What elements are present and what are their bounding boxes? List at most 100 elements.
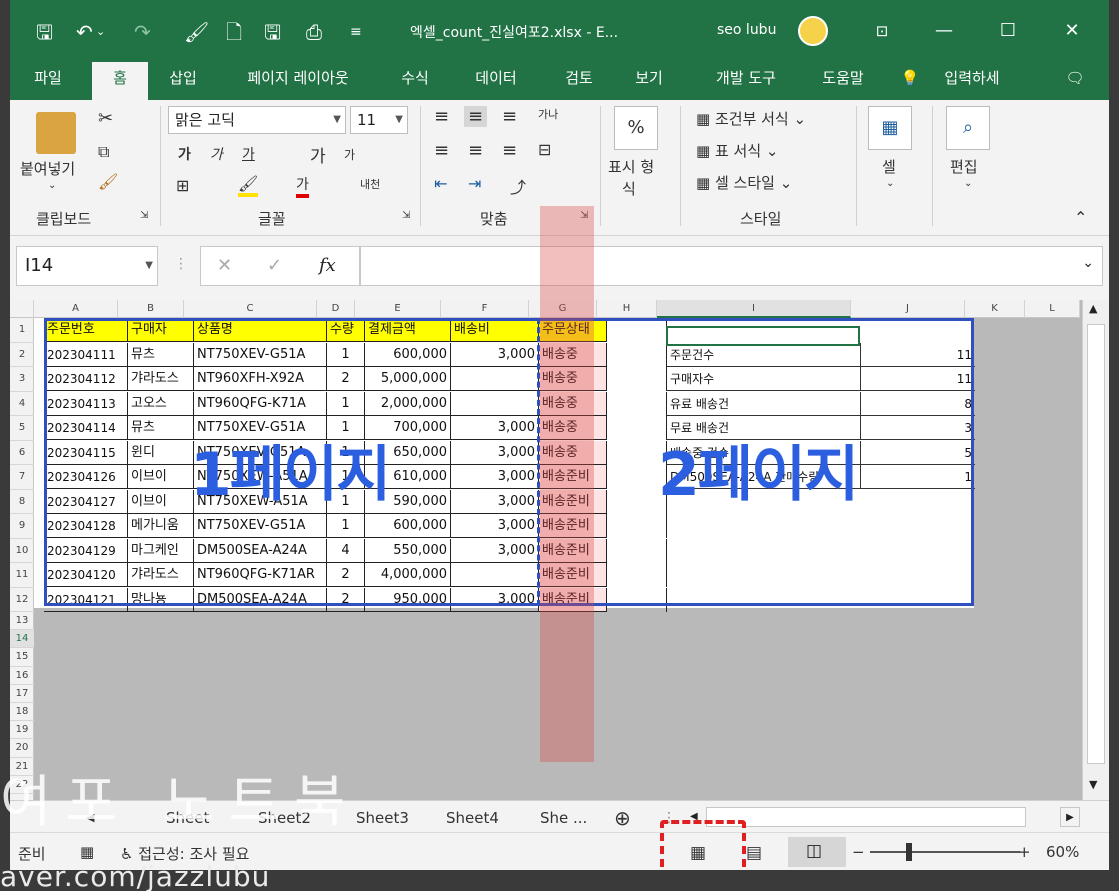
scroll-down-icon[interactable]: ▼ — [1089, 778, 1097, 791]
print-preview-icon[interactable]: ⎙ — [306, 18, 322, 46]
table-cell[interactable]: 뮤츠 — [128, 342, 194, 367]
selected-cell-I14[interactable] — [666, 326, 860, 346]
underline-button[interactable]: 가 — [242, 144, 255, 164]
align-bottom-icon[interactable]: ≡ — [502, 106, 517, 127]
tab-data[interactable]: 데이터 — [464, 62, 528, 100]
macro-record-icon[interactable]: ▦ — [80, 843, 94, 861]
borders-icon[interactable]: ⊞ — [176, 176, 189, 195]
vertical-scrollbar[interactable]: ▲ ▼ — [1082, 300, 1109, 800]
row-header[interactable]: 9 — [10, 514, 34, 539]
table-cell[interactable]: 202304112 — [44, 367, 128, 391]
empty-cell[interactable] — [607, 538, 667, 563]
row-header[interactable]: 12 — [10, 588, 34, 612]
table-header-cell[interactable]: 구매자 — [128, 318, 194, 342]
table-cell[interactable]: 갸라도스 — [128, 367, 194, 391]
table-cell[interactable]: 배송중 — [539, 367, 607, 391]
table-cell[interactable]: 배송중 — [539, 416, 607, 440]
table-cell[interactable]: 뮤츠 — [128, 416, 194, 440]
shrink-font-button[interactable]: 가 — [344, 146, 355, 163]
confirm-icon[interactable]: ✓ — [267, 255, 282, 276]
table-cell[interactable]: 600,000 — [365, 514, 451, 538]
prev-sheet-icon[interactable]: ◀ — [86, 805, 94, 831]
row-header[interactable]: 19 — [10, 721, 34, 740]
paste-icon[interactable] — [36, 112, 76, 154]
col-header[interactable]: C — [184, 300, 317, 318]
table-cell[interactable]: 3,000 — [451, 514, 539, 538]
summary-label[interactable]: 유료 배송건 — [667, 391, 861, 416]
fill-color-icon[interactable]: 🖌 — [238, 174, 259, 197]
ribbon-display-icon[interactable]: ⊡ — [862, 14, 902, 48]
table-cell[interactable]: 배송준비 — [539, 465, 607, 489]
zoom-slider-thumb[interactable] — [906, 843, 912, 861]
table-cell[interactable]: 윈디 — [128, 440, 194, 465]
table-cell[interactable]: 이브이 — [128, 489, 194, 514]
table-cell[interactable]: 1 — [327, 440, 365, 465]
table-cell[interactable]: 5,000,000 — [365, 367, 451, 391]
tab-developer[interactable]: 개발 도구 — [696, 62, 796, 100]
undo-dropdown-icon[interactable]: ⌄ — [96, 18, 105, 46]
empty-cell[interactable] — [607, 416, 667, 440]
table-cell[interactable]: 마그케인 — [128, 538, 194, 563]
table-cell[interactable]: 3,000 — [451, 587, 539, 612]
sheet-tab[interactable]: Sheet — [166, 805, 209, 831]
scroll-left-icon[interactable]: ◀ — [690, 807, 702, 827]
expand-formula-icon[interactable]: ⌄ — [1082, 255, 1094, 271]
empty-cell[interactable] — [607, 318, 667, 342]
table-cell[interactable]: 배송준비 — [539, 489, 607, 514]
table-cell[interactable]: 1 — [327, 514, 365, 538]
number-format-button[interactable]: % — [614, 106, 658, 150]
align-middle-icon[interactable]: ≡ — [464, 106, 488, 127]
row-header[interactable]: 15 — [10, 648, 34, 667]
table-cell[interactable]: 3,000 — [451, 465, 539, 489]
table-cell[interactable]: 202304127 — [44, 489, 128, 514]
row-header[interactable]: 5 — [10, 416, 34, 441]
table-cell[interactable]: 202304113 — [44, 391, 128, 416]
table-cell[interactable]: 202304121 — [44, 587, 128, 612]
table-header-cell[interactable]: 주문번호 — [44, 318, 128, 342]
table-cell[interactable]: 600,000 — [365, 342, 451, 367]
col-header[interactable]: L — [1025, 300, 1080, 318]
collapse-ribbon-icon[interactable]: ⌃ — [1074, 208, 1087, 227]
bold-button[interactable]: 가 — [178, 144, 191, 164]
name-box[interactable]: I14 ▼ — [16, 246, 158, 286]
format-painter-icon[interactable]: 🖌 — [98, 172, 118, 191]
table-cell[interactable]: 950,000 — [365, 587, 451, 612]
save-as-icon[interactable]: 🖫 — [264, 18, 281, 46]
zoom-out-button[interactable]: − — [852, 843, 865, 861]
table-cell[interactable]: 550,000 — [365, 538, 451, 563]
align-center-icon[interactable]: ≡ — [468, 140, 483, 161]
cells-icon[interactable]: ▦ — [868, 106, 912, 150]
row-header[interactable]: 1 — [10, 318, 34, 343]
table-cell[interactable]: 망나뇽 — [128, 587, 194, 612]
empty-cell[interactable] — [607, 391, 667, 416]
col-header[interactable]: H — [597, 300, 657, 318]
format-painter-icon[interactable]: 🖌 — [184, 18, 209, 46]
scroll-right-icon[interactable]: ▶ — [1060, 807, 1080, 827]
summary-value[interactable]: 8 — [861, 392, 975, 416]
paste-dropdown-icon[interactable]: ⌄ — [48, 180, 56, 191]
table-header-cell[interactable]: 결제금액 — [365, 318, 451, 342]
table-cell[interactable]: 202304120 — [44, 563, 128, 587]
tab-formulas[interactable]: 수식 — [390, 62, 440, 100]
row-header[interactable]: 21 — [10, 758, 34, 776]
table-cell[interactable]: 4 — [327, 538, 365, 563]
empty-cell[interactable] — [607, 465, 667, 489]
table-cell[interactable]: NT960XFH-X92A — [194, 367, 327, 391]
col-header[interactable]: B — [118, 300, 184, 318]
new-document-icon[interactable]: 🗋 — [226, 18, 242, 46]
tab-page-layout[interactable]: 페이지 레이아웃 — [232, 62, 364, 100]
zoom-slider[interactable] — [870, 851, 1020, 853]
tell-me-search[interactable]: 입력하세 — [924, 62, 1020, 100]
table-header-cell[interactable]: 상품명 — [194, 318, 327, 342]
row-header[interactable]: 17 — [10, 685, 34, 703]
table-cell[interactable]: 202304128 — [44, 514, 128, 538]
editing-dropdown-icon[interactable]: ⌄ — [964, 178, 972, 189]
summary-label[interactable]: DM500SEA-A24A 판매수량 — [667, 465, 861, 489]
cells-dropdown-icon[interactable]: ⌄ — [886, 178, 894, 189]
table-cell[interactable]: 700,000 — [365, 416, 451, 440]
table-cell[interactable]: 2 — [327, 563, 365, 587]
table-cell[interactable]: 2,000,000 — [365, 391, 451, 416]
align-top-icon[interactable]: ≡ — [434, 106, 449, 127]
cell-styles-button[interactable]: ▦ 셀 스타일 ⌄ — [696, 172, 792, 193]
table-cell[interactable]: DM500SEA-A24A — [194, 538, 327, 563]
